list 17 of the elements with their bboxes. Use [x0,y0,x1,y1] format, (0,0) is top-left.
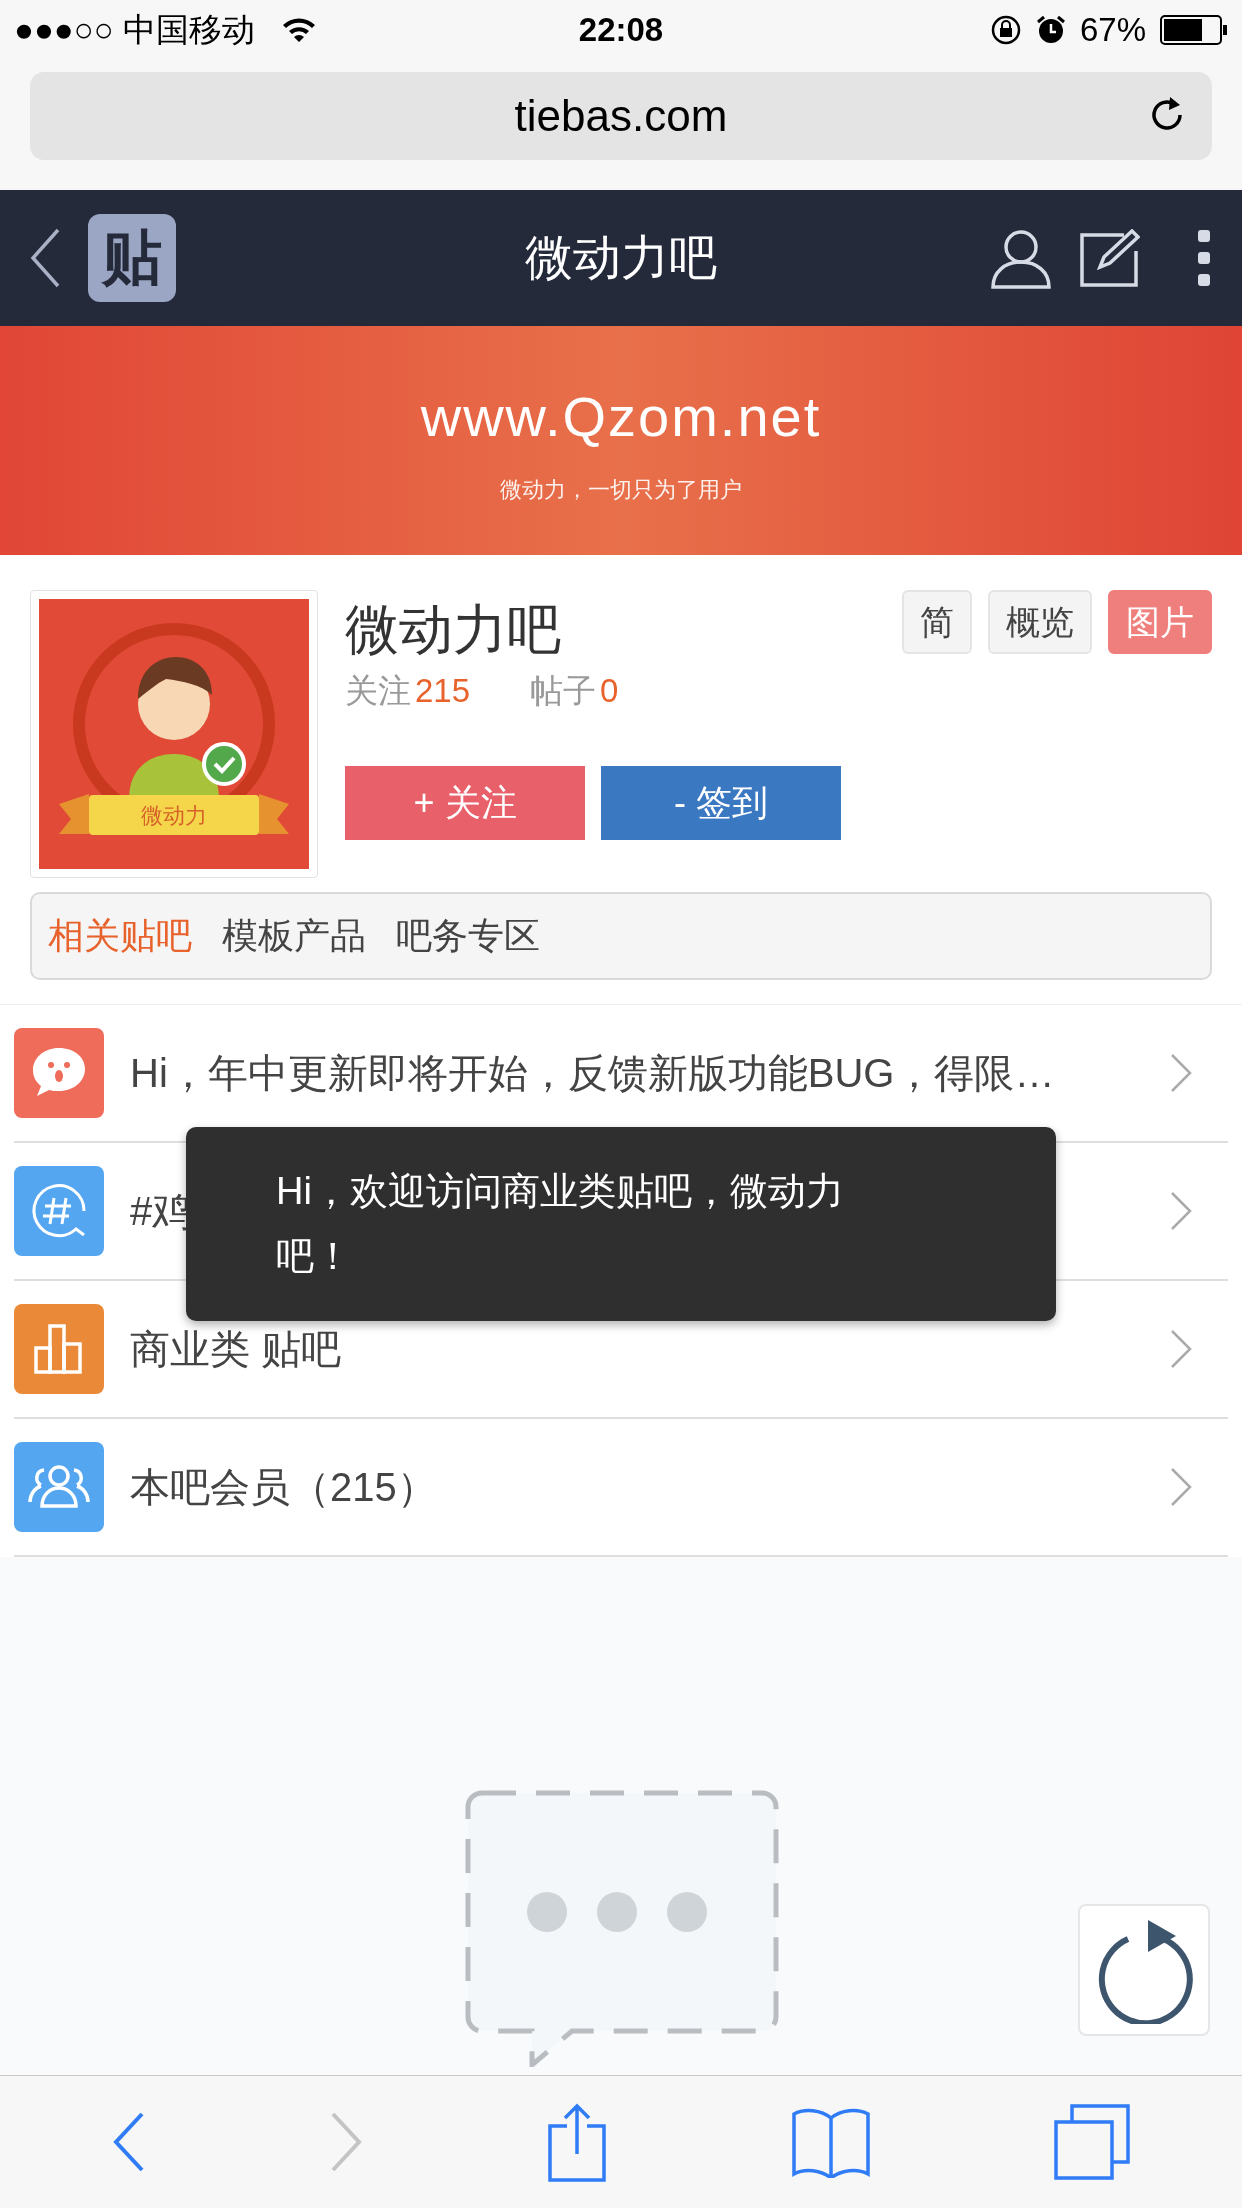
forum-name: 微动力吧 [345,602,561,656]
stat-value: 0 [600,671,619,711]
battery-percent: 67% [1079,10,1146,51]
avatar-ribbon: 微动力 [89,795,259,835]
toast-message: Hi，欢迎访问商业类贴吧，微动力吧！ [276,1169,845,1279]
stat-value: 215 [415,671,471,711]
stat-label: 帖子 [530,671,597,711]
row-text: 本吧会员（215） [130,1464,437,1511]
row-text: 商业类 贴吧 [130,1326,342,1373]
banner-site-text: www.Qzom.net [420,384,822,450]
clock-text: 22:08 [577,10,665,51]
stat-label: 关注 [345,671,411,711]
tieba-logo: 贴 [88,214,176,302]
carrier-text: ●●●○○ 中国移动 [14,10,255,51]
page-title: 微动力吧 [525,230,717,286]
row-text: Hi，年中更新即将开始，反馈新版功能BUG，得限… [130,1050,1055,1097]
banner-slogan: 微动力，一切只为了用户 [500,476,742,504]
